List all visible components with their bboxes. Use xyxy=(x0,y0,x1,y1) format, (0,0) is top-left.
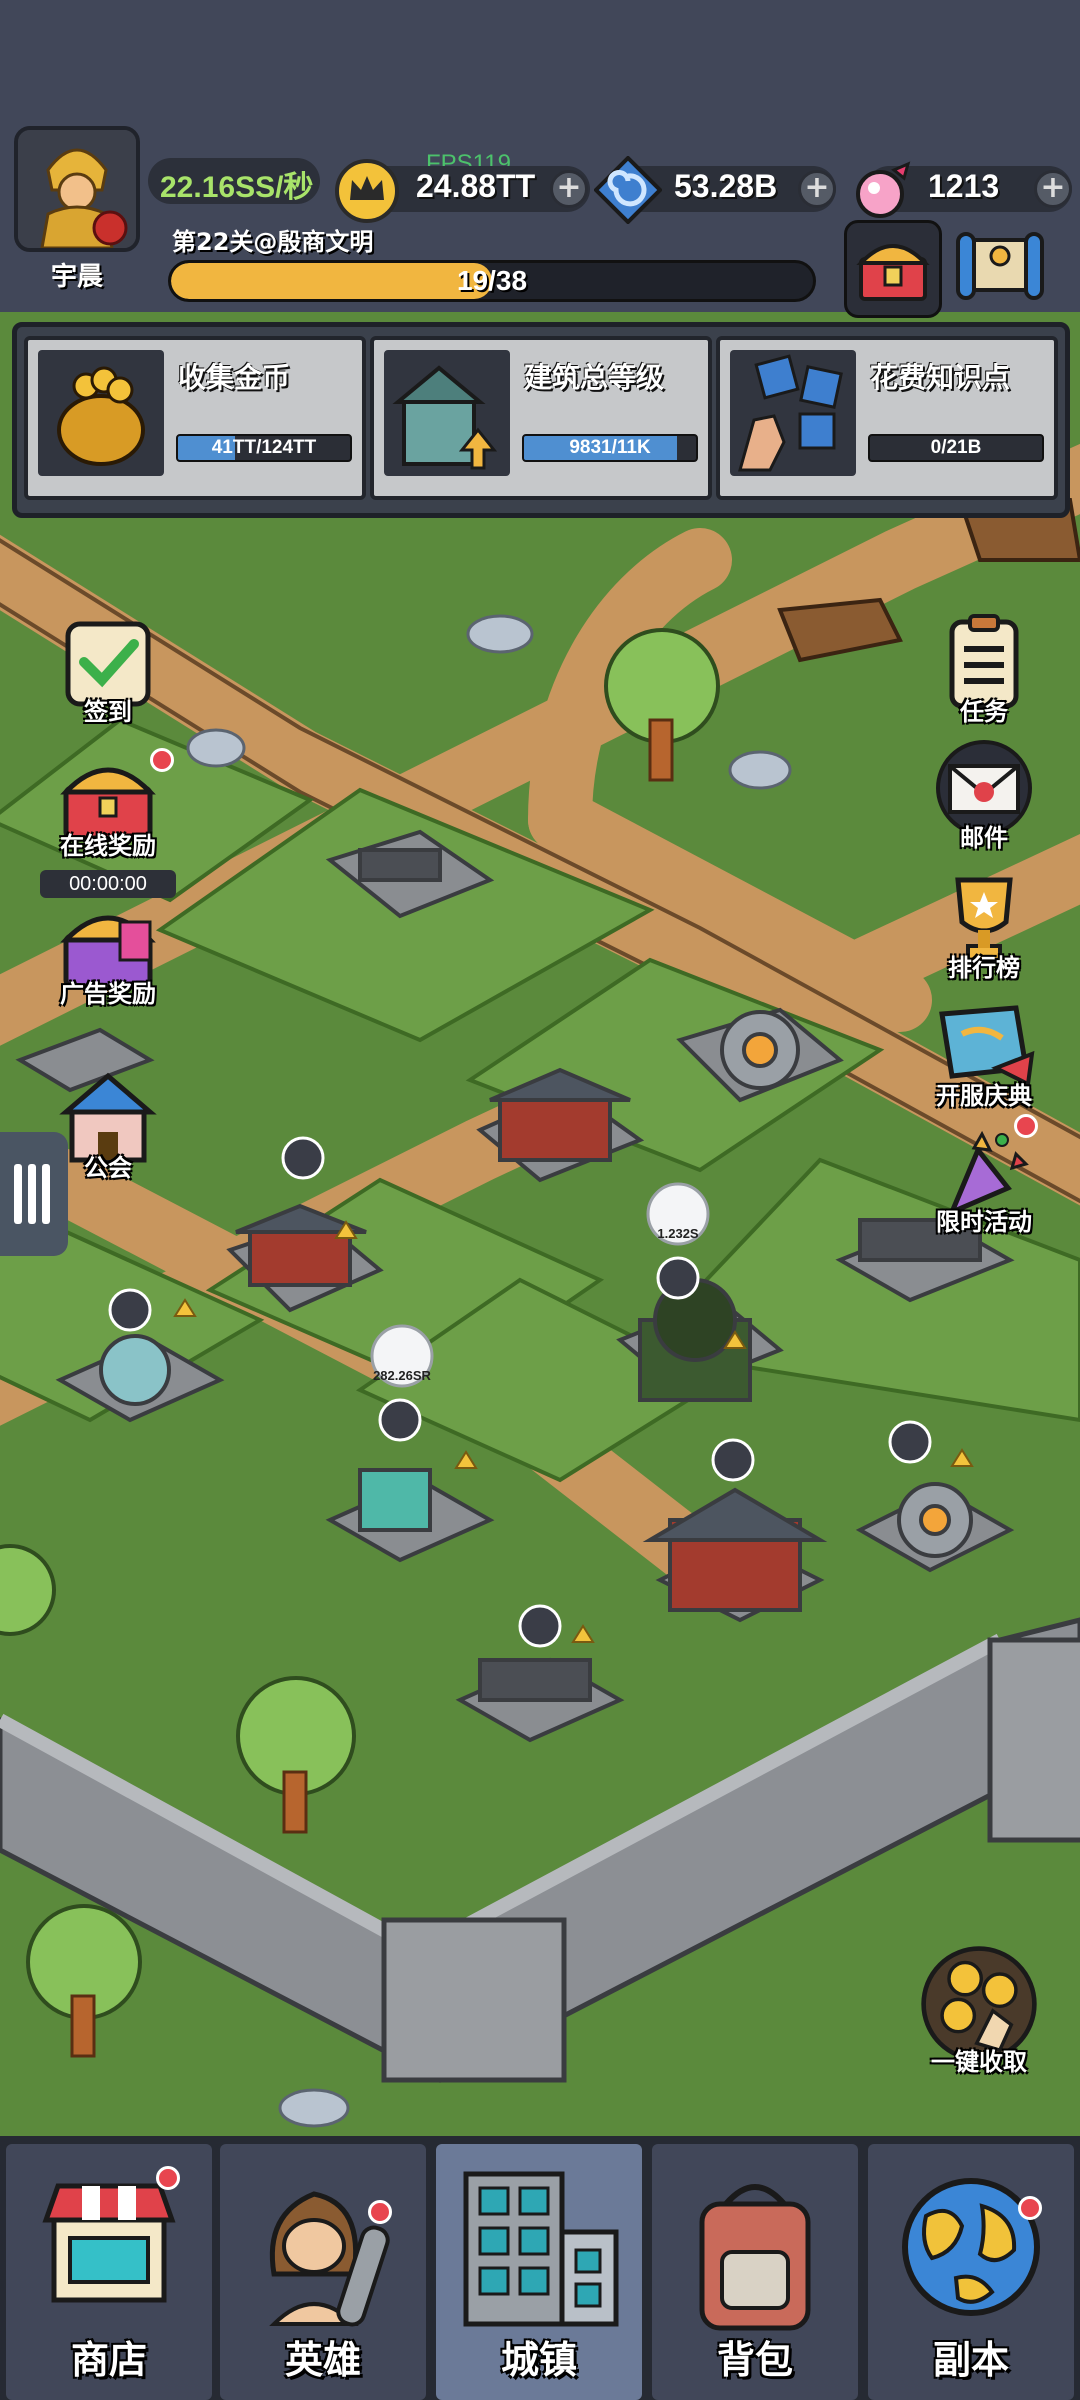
heroes-notification-dot xyxy=(368,2200,392,2224)
quest-progress-text: 0/21B xyxy=(930,437,982,458)
quest-title: 收集金币 xyxy=(178,361,291,394)
server-celebration-label: 开服庆典 xyxy=(936,1082,1032,1110)
quest-title: 建筑总等级 xyxy=(524,361,665,394)
dungeon-notification-dot xyxy=(1018,2196,1042,2220)
checkin-button[interactable]: 签到 xyxy=(48,610,168,727)
stage-progress-text: 19/38 xyxy=(456,265,528,296)
caveman-hero-icon xyxy=(269,2191,390,2327)
building-icon xyxy=(463,2171,619,2327)
quest-progress-text: 9831/11K xyxy=(569,437,651,458)
globe-icon xyxy=(902,2178,1040,2316)
stage-name: 第22关@殷商文明 xyxy=(172,228,374,256)
house-upgrade-icon xyxy=(384,350,510,476)
crown-coin-icon xyxy=(335,159,399,223)
player-name: 宇晨 xyxy=(50,262,103,292)
quest-card-spend-knowledge[interactable]: 花费知识点 0/21B xyxy=(716,336,1058,500)
checkin-label: 签到 xyxy=(84,698,132,726)
nav-shop-label: 商店 xyxy=(70,2338,147,2382)
add-gold-button[interactable]: + xyxy=(550,170,588,208)
nav-shop[interactable]: 商店 xyxy=(6,2144,212,2400)
mail-button[interactable]: 邮件 xyxy=(924,736,1044,853)
limited-event-notification-dot xyxy=(1014,1114,1038,1138)
knowledge-hand-icon xyxy=(730,350,856,476)
nav-heroes-label: 英雄 xyxy=(284,2338,361,2382)
nav-bag[interactable]: 背包 xyxy=(652,2144,858,2400)
side-drawer-handle[interactable] xyxy=(0,1132,68,1256)
tasks-button[interactable]: 任务 xyxy=(924,610,1044,727)
nav-bag-label: 背包 xyxy=(716,2338,793,2382)
candy-gem-icon xyxy=(856,161,911,218)
add-knowledge-button[interactable]: + xyxy=(798,170,836,208)
server-celebration-button[interactable]: 开服庆典 xyxy=(914,994,1054,1111)
collect-all-button[interactable]: 一键收取 xyxy=(904,1944,1054,2077)
mail-label: 邮件 xyxy=(960,824,1008,852)
quest-progress-bar: 9831/11K xyxy=(522,434,698,462)
nav-town-label: 城镇 xyxy=(500,2338,577,2382)
limited-event-label: 限时活动 xyxy=(936,1208,1032,1236)
map-gold-bubble-2-label[interactable]: 282.26SR xyxy=(364,1368,440,1383)
quest-progress-bar: 41TT/124TT xyxy=(176,434,352,462)
quest-progress-bar: 0/21B xyxy=(868,434,1044,462)
gold-rate: 22.16SS/秒 xyxy=(160,171,314,204)
chest-icon xyxy=(856,244,930,301)
nav-heroes[interactable]: 英雄 xyxy=(220,2144,426,2400)
shop-notification-dot xyxy=(156,2166,180,2190)
knowledge-swirl-icon xyxy=(594,156,662,224)
online-reward-label: 在线奖励 xyxy=(60,832,156,860)
ad-reward-label: 广告奖励 xyxy=(60,980,156,1008)
nav-town[interactable]: 城镇 xyxy=(436,2144,642,2400)
drawer-lines-icon xyxy=(14,1164,50,1224)
quest-progress-text: 41TT/124TT xyxy=(211,437,317,458)
map-scroll-icon[interactable] xyxy=(952,226,1048,306)
online-reward-button[interactable]: 在线奖励 xyxy=(48,744,174,861)
online-reward-notification-dot xyxy=(150,748,174,772)
quest-title: 花费知识点 xyxy=(870,361,1011,394)
tasks-label: 任务 xyxy=(960,698,1008,726)
nav-dungeon-label: 副本 xyxy=(932,2338,1009,2382)
leaderboard-button[interactable]: 排行榜 xyxy=(924,866,1044,983)
nav-dungeon[interactable]: 副本 xyxy=(868,2144,1074,2400)
quest-card-building-level[interactable]: 建筑总等级 9831/11K xyxy=(370,336,712,500)
leaderboard-label: 排行榜 xyxy=(948,954,1020,982)
player-avatar[interactable] xyxy=(14,126,140,252)
gems-value: 1213 xyxy=(928,168,1000,204)
quest-card-collect-gold[interactable]: 收集金币 41TT/124TT xyxy=(24,336,366,500)
limited-event-button[interactable]: 限时活动 xyxy=(914,1114,1054,1237)
gold-value: 24.88TT xyxy=(416,168,536,204)
stage-progress-bar: 19/38 xyxy=(168,260,816,302)
warrior-portrait-icon xyxy=(18,130,136,248)
add-gems-button[interactable]: + xyxy=(1034,170,1072,208)
treasure-chest-button[interactable] xyxy=(844,220,942,318)
map-gold-bubble-1-label[interactable]: 1.232S xyxy=(640,1226,716,1241)
backpack-icon xyxy=(699,2184,811,2331)
gold-bag-icon xyxy=(38,350,164,476)
ad-reward-button[interactable]: 广告奖励 xyxy=(48,892,168,1009)
knowledge-value: 53.28B xyxy=(674,168,778,204)
collect-all-label: 一键收取 xyxy=(931,2048,1027,2076)
